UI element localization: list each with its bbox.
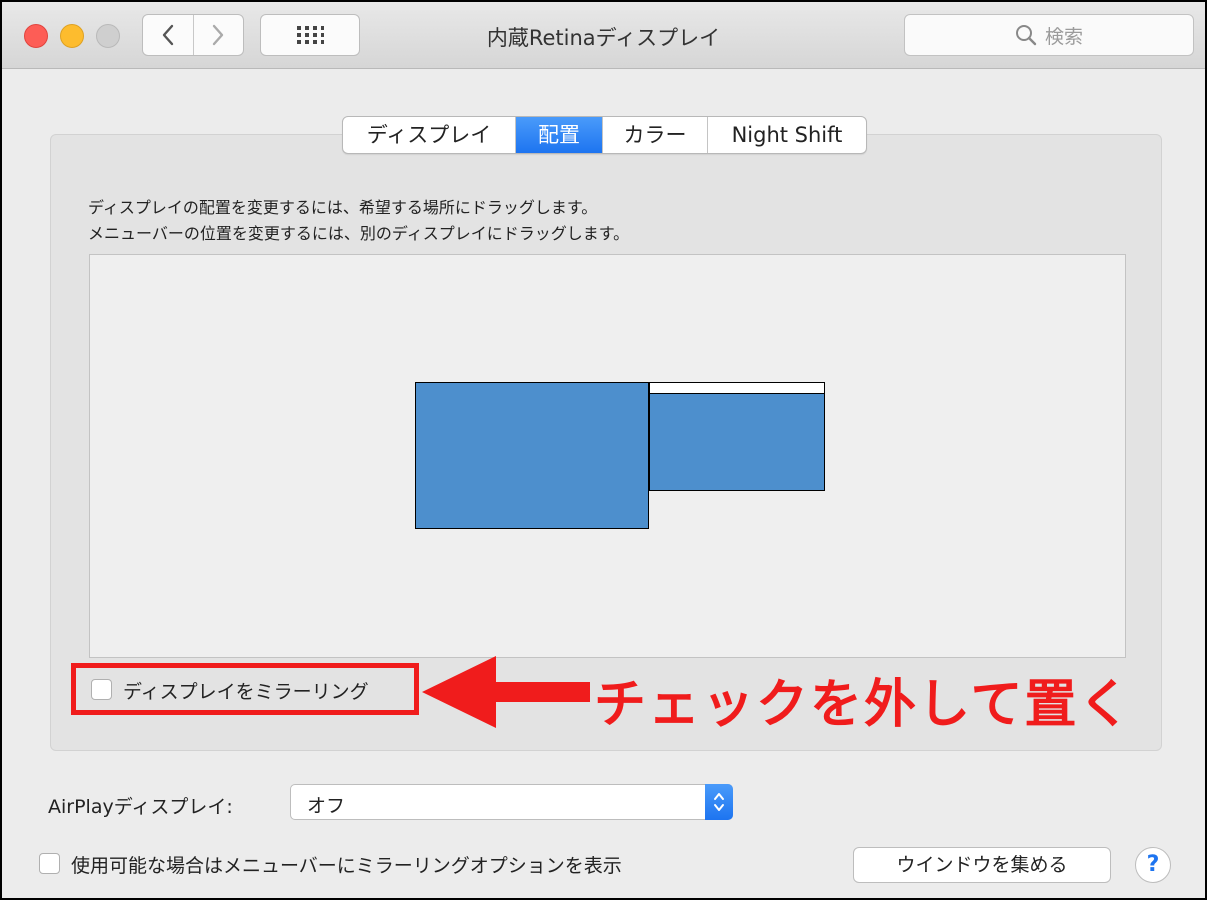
tab-display[interactable]: ディスプレイ: [343, 117, 515, 153]
show-mirroring-options-label[interactable]: 使用可能な場合はメニューバーにミラーリングオプションを表示: [71, 851, 622, 878]
help-button[interactable]: ?: [1135, 847, 1171, 883]
annotation-arrow-icon: [422, 656, 590, 728]
magnifier-icon: [1015, 25, 1037, 46]
search-field[interactable]: 検索: [904, 14, 1194, 56]
menu-bar-indicator[interactable]: [650, 383, 824, 394]
title-bar: 内蔵Retinaディスプレイ 検索: [2, 2, 1205, 69]
preferences-window: 内蔵Retinaディスプレイ 検索 ディスプレイ 配置 カラー Night Sh…: [0, 0, 1207, 900]
updown-arrows-icon[interactable]: [705, 784, 733, 820]
airplay-select-value: オフ: [307, 795, 346, 817]
mirror-displays-checkbox[interactable]: [91, 679, 112, 700]
display-main[interactable]: [415, 382, 649, 529]
airplay-label: AirPlayディスプレイ:: [48, 796, 233, 818]
airplay-select[interactable]: オフ: [290, 784, 733, 820]
show-mirroring-options-checkbox[interactable]: [39, 853, 60, 874]
mirror-displays-label[interactable]: ディスプレイをミラーリング: [123, 677, 369, 704]
arrangement-instruction-1: ディスプレイの配置を変更するには、希望する場所にドラッグします。: [88, 198, 598, 217]
gather-windows-button[interactable]: ウインドウを集める: [853, 847, 1111, 883]
tab-bar: ディスプレイ 配置 カラー Night Shift: [342, 116, 867, 154]
display-arrangement-area: [89, 254, 1126, 658]
tab-night-shift[interactable]: Night Shift: [707, 117, 866, 153]
search-placeholder: 検索: [1044, 25, 1083, 48]
arrangement-instruction-2: メニューバーの位置を変更するには、別のディスプレイにドラッグします。: [88, 224, 630, 243]
tab-arrangement[interactable]: 配置: [515, 117, 602, 153]
tab-color[interactable]: カラー: [602, 117, 707, 153]
annotation-text: チェックを外して置く: [594, 675, 1133, 735]
display-external[interactable]: [649, 382, 825, 491]
